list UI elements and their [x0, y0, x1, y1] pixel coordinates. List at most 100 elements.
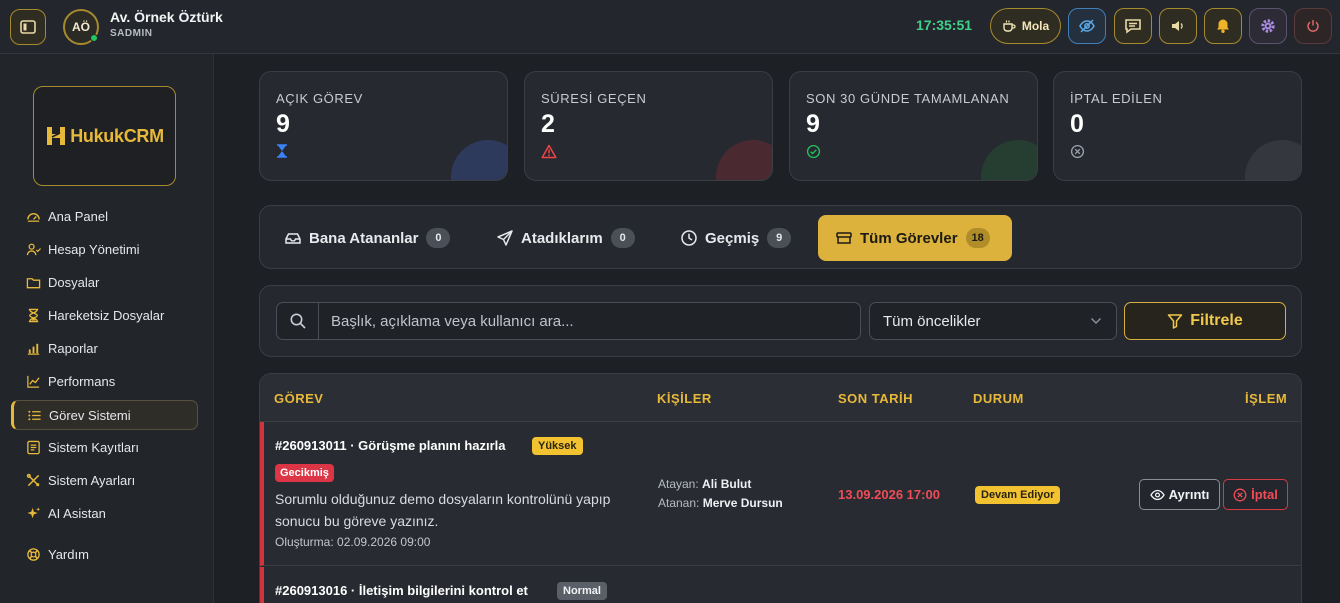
- search-box: [276, 302, 861, 340]
- status-badge: Devam Ediyor: [975, 486, 1061, 504]
- table-row[interactable]: #260913016 · İletişim bilgilerini kontro…: [260, 567, 1301, 603]
- detail-button[interactable]: Ayrıntı: [1139, 479, 1220, 510]
- search-input[interactable]: [319, 303, 860, 339]
- privacy-toggle-button[interactable]: [1068, 8, 1106, 44]
- bell-icon: [1217, 19, 1229, 33]
- chevron-down-icon: [1090, 317, 1102, 325]
- sidebar-item-hesap-yonetimi[interactable]: Hesap Yönetimi: [11, 234, 198, 264]
- list-icon: [26, 407, 42, 423]
- detail-button-label: Ayrıntı: [1168, 487, 1210, 502]
- task-assigner: Atayan: Ali Bulut: [658, 477, 751, 491]
- user-role: SADMIN: [110, 28, 153, 39]
- archive-icon: [835, 230, 853, 246]
- stat-label: SON 30 GÜNDE TAMAMLANAN: [806, 91, 1010, 106]
- inbox-icon: [284, 230, 302, 246]
- card-decoration: [1245, 140, 1301, 180]
- priority-badge: Normal: [557, 582, 607, 600]
- filter-button[interactable]: Filtrele: [1124, 302, 1286, 340]
- sidebar-item-hareketsiz-dosyalar[interactable]: Hareketsiz Dosyalar: [11, 300, 198, 330]
- sidebar-item-sistem-ayarlari[interactable]: Sistem Ayarları: [11, 465, 198, 495]
- task-tabs: Bana Atananlar 0 Atadıklarım 0 Geçmiş 9 …: [259, 205, 1302, 269]
- task-title: #260913016 · İletişim bilgilerini kontro…: [275, 583, 528, 598]
- eye-off-icon: [1079, 19, 1095, 33]
- stat-label: SÜRESİ GEÇEN: [541, 91, 647, 106]
- sidebar-item-gorev-sistemi[interactable]: Görev Sistemi: [11, 400, 198, 430]
- check-circle-icon: [806, 144, 821, 159]
- top-bar: AÖ Av. Örnek Öztürk SADMIN 17:35:51 Mola: [0, 0, 1340, 54]
- tab-assigned-to-me[interactable]: Bana Atananlar 0: [274, 215, 460, 261]
- power-icon: [1307, 20, 1319, 32]
- x-circle-icon: [1233, 488, 1247, 502]
- send-icon: [496, 229, 514, 247]
- clock: 17:35:51: [916, 17, 973, 33]
- sidebar-item-label: Dosyalar: [48, 274, 100, 290]
- settings-button[interactable]: [1249, 8, 1287, 44]
- sidebar-item-label: Yardım: [48, 546, 89, 562]
- dashboard-icon: [25, 208, 41, 224]
- assignee-label: Atanan:: [658, 496, 700, 510]
- stat-value: 9: [276, 110, 290, 138]
- sidebar-item-label: Raporlar: [48, 340, 98, 356]
- table-row[interactable]: #260913011 · Görüşme planını hazırla Yük…: [260, 422, 1301, 566]
- avatar[interactable]: AÖ: [63, 9, 99, 45]
- hourglass-icon: [25, 307, 41, 323]
- messages-button[interactable]: [1114, 8, 1152, 44]
- cancel-button[interactable]: İptal: [1223, 479, 1288, 510]
- priority-select-value: Tüm öncelikler: [883, 312, 981, 330]
- notifications-button[interactable]: [1204, 8, 1242, 44]
- filter-bar: Tüm öncelikler Filtrele: [259, 285, 1302, 357]
- stat-card-open-tasks: AÇIK GÖREV 9: [259, 71, 508, 181]
- volume-icon: [1172, 21, 1183, 31]
- online-status-dot: [90, 34, 98, 42]
- tab-count-badge: 18: [965, 228, 990, 248]
- sidebar-item-yardim[interactable]: Yardım: [11, 539, 198, 569]
- stat-card-cancelled: İPTAL EDİLEN 0: [1053, 71, 1302, 181]
- sidebar-item-raporlar[interactable]: Raporlar: [11, 333, 198, 363]
- logo[interactable]: HukukCRM: [33, 86, 176, 186]
- sidebar-item-label: Sistem Kayıtları: [48, 439, 140, 455]
- priority-badge: Yüksek: [532, 437, 583, 455]
- priority-select[interactable]: Tüm öncelikler: [869, 302, 1117, 340]
- tab-count-badge: 0: [426, 228, 451, 248]
- task-title: #260913011 · Görüşme planını hazırla: [275, 438, 506, 453]
- sidebar-item-label: Hareketsiz Dosyalar: [48, 307, 165, 323]
- break-button[interactable]: Mola: [990, 8, 1061, 44]
- stat-card-overdue: SÜRESİ GEÇEN 2: [524, 71, 773, 181]
- cancel-button-label: İptal: [1251, 487, 1278, 502]
- sidebar-item-sistem-kayitlari[interactable]: Sistem Kayıtları: [11, 432, 198, 462]
- chat-icon: [1125, 19, 1141, 34]
- table-header: GÖREV KİŞİLER SON TARİH DURUM İŞLEM: [260, 374, 1301, 422]
- break-button-label: Mola: [1021, 19, 1050, 33]
- eye-icon: [1149, 489, 1165, 501]
- logo-text: HukukCRM: [70, 125, 164, 146]
- lifebuoy-icon: [25, 546, 41, 562]
- filter-button-label: Filtrele: [1190, 312, 1243, 329]
- sparkle-icon: [25, 505, 41, 521]
- sidebar-item-label: Görev Sistemi: [49, 407, 131, 423]
- sidebar-toggle-button[interactable]: [10, 9, 46, 45]
- task-due-date: 13.09.2026 17:00: [838, 487, 940, 502]
- user-name: Av. Örnek Öztürk: [110, 9, 223, 25]
- users-icon: [25, 241, 41, 257]
- tab-assigned-by-me[interactable]: Atadıklarım 0: [486, 215, 645, 261]
- stat-label: AÇIK GÖREV: [276, 91, 363, 106]
- card-decoration: [451, 140, 507, 180]
- bar-chart-icon: [25, 340, 41, 356]
- line-chart-icon: [25, 373, 41, 389]
- sidebar-item-ana-panel[interactable]: Ana Panel: [11, 201, 198, 231]
- tab-label: Atadıklarım: [521, 229, 603, 247]
- stat-card-completed-30-days: SON 30 GÜNDE TAMAMLANAN 9: [789, 71, 1038, 181]
- clock-icon: [680, 229, 698, 247]
- tab-label: Tüm Görevler: [860, 229, 958, 247]
- sidebar-item-ai-asistan[interactable]: AI Asistan: [11, 498, 198, 528]
- tab-all-tasks[interactable]: Tüm Görevler 18: [818, 215, 1012, 261]
- tab-history[interactable]: Geçmiş 9: [670, 215, 801, 261]
- logout-button[interactable]: [1294, 8, 1332, 44]
- column-header-due-date: SON TARİH: [838, 391, 914, 406]
- tab-count-badge: 0: [610, 228, 635, 248]
- column-header-actions: İŞLEM: [1245, 391, 1288, 406]
- coffee-icon: [1003, 20, 1016, 32]
- sidebar-item-performans[interactable]: Performans: [11, 366, 198, 396]
- sound-button[interactable]: [1159, 8, 1197, 44]
- sidebar-item-dosyalar[interactable]: Dosyalar: [11, 267, 198, 297]
